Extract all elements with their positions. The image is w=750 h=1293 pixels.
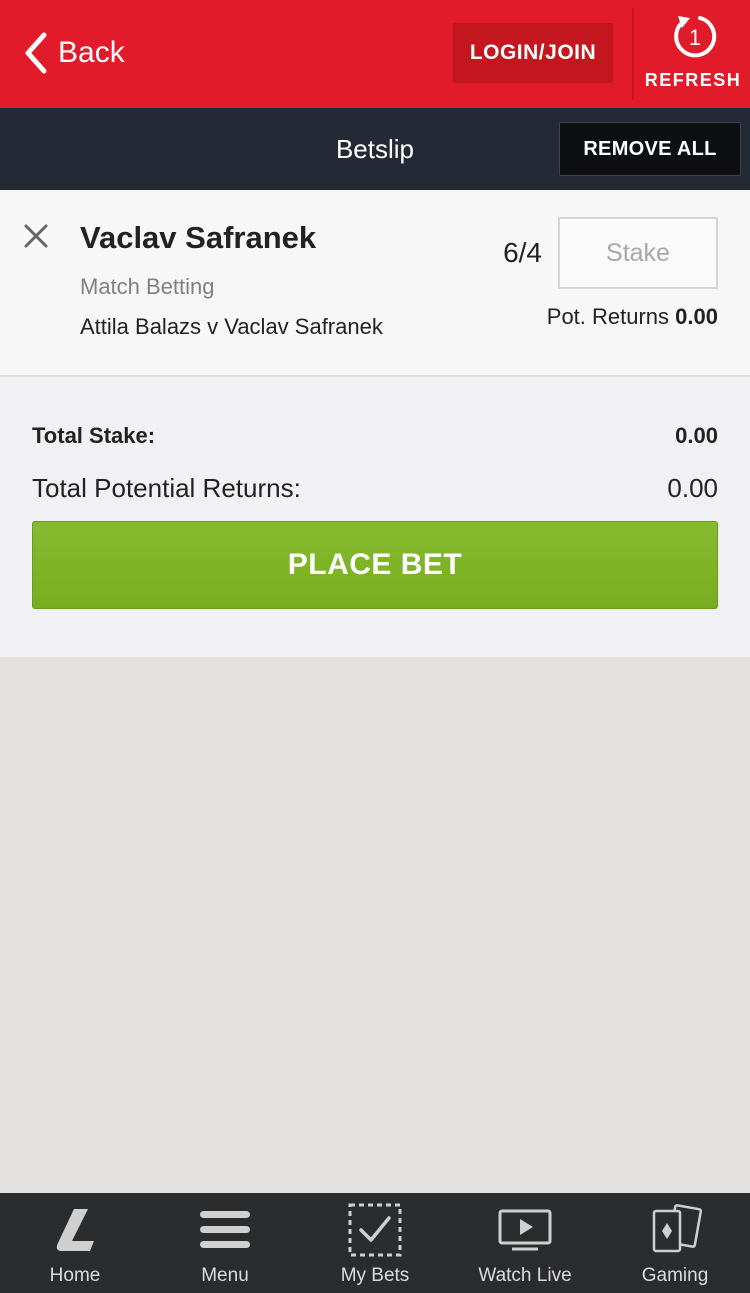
back-button[interactable]: Back xyxy=(22,28,125,78)
refresh-button[interactable]: 1 REFRESH xyxy=(636,0,750,108)
nav-label: Home xyxy=(49,1265,101,1286)
nav-label: My Bets xyxy=(340,1265,410,1286)
top-header: Back LOGIN/JOIN 1 REFRESH xyxy=(0,0,750,108)
gaming-cards-icon xyxy=(652,1204,702,1253)
my-bets-icon xyxy=(348,1203,402,1257)
selection-odds: 6/4 xyxy=(503,237,542,268)
remove-all-button[interactable]: REMOVE ALL xyxy=(559,122,741,176)
nav-item-home[interactable]: Home xyxy=(0,1193,150,1293)
total-stake-label: Total Stake: xyxy=(32,423,156,448)
nav-item-gaming[interactable]: Gaming xyxy=(600,1193,750,1293)
remove-selection-icon[interactable] xyxy=(22,222,50,250)
selection-market: Match Betting xyxy=(80,274,215,299)
total-returns-label: Total Potential Returns: xyxy=(32,473,301,503)
nav-label: Watch Live xyxy=(478,1265,572,1286)
selection-name: Vaclav Safranek xyxy=(80,220,317,255)
selection-event: Attila Balazs v Vaclav Safranek xyxy=(80,314,383,339)
home-logo-icon xyxy=(56,1209,94,1251)
watch-live-icon xyxy=(498,1209,552,1251)
total-returns-row: Total Potential Returns: 0.00 xyxy=(32,473,718,504)
refresh-label: REFRESH xyxy=(644,70,742,90)
totals-panel: Total Stake: 0.00 Total Potential Return… xyxy=(0,377,750,657)
place-bet-button[interactable]: PLACE BET xyxy=(32,521,718,609)
betslip-title-bar: Betslip REMOVE ALL xyxy=(0,108,750,190)
potential-returns: Pot. Returns 0.00 xyxy=(547,304,718,330)
chevron-left-icon xyxy=(25,32,47,74)
bottom-nav: Home Menu My Bets Watch Live Gaming xyxy=(0,1193,750,1293)
back-label: Back xyxy=(58,36,125,69)
header-divider xyxy=(632,8,634,100)
stake-input[interactable] xyxy=(558,217,718,289)
nav-item-my-bets[interactable]: My Bets xyxy=(300,1193,450,1293)
menu-icon xyxy=(200,1211,250,1248)
nav-label: Gaming xyxy=(641,1265,709,1286)
login-join-button[interactable]: LOGIN/JOIN xyxy=(453,23,613,83)
total-stake-value: 0.00 xyxy=(675,423,718,448)
bet-selection-card: Vaclav Safranek Match Betting Attila Bal… xyxy=(0,190,750,376)
nav-label: Menu xyxy=(201,1265,249,1286)
pot-returns-label: Pot. Returns xyxy=(546,304,670,329)
total-returns-value: 0.00 xyxy=(667,473,718,503)
pot-returns-value: 0.00 xyxy=(675,304,718,329)
refresh-icon: 1 xyxy=(674,16,717,58)
nav-item-watch-live[interactable]: Watch Live xyxy=(450,1193,600,1293)
betslip-page: Back LOGIN/JOIN 1 REFRESH Betslip REMOVE… xyxy=(0,0,750,1293)
nav-item-menu[interactable]: Menu xyxy=(150,1193,300,1293)
total-stake-row: Total Stake: 0.00 xyxy=(32,423,718,449)
refresh-count: 1 xyxy=(689,25,701,50)
